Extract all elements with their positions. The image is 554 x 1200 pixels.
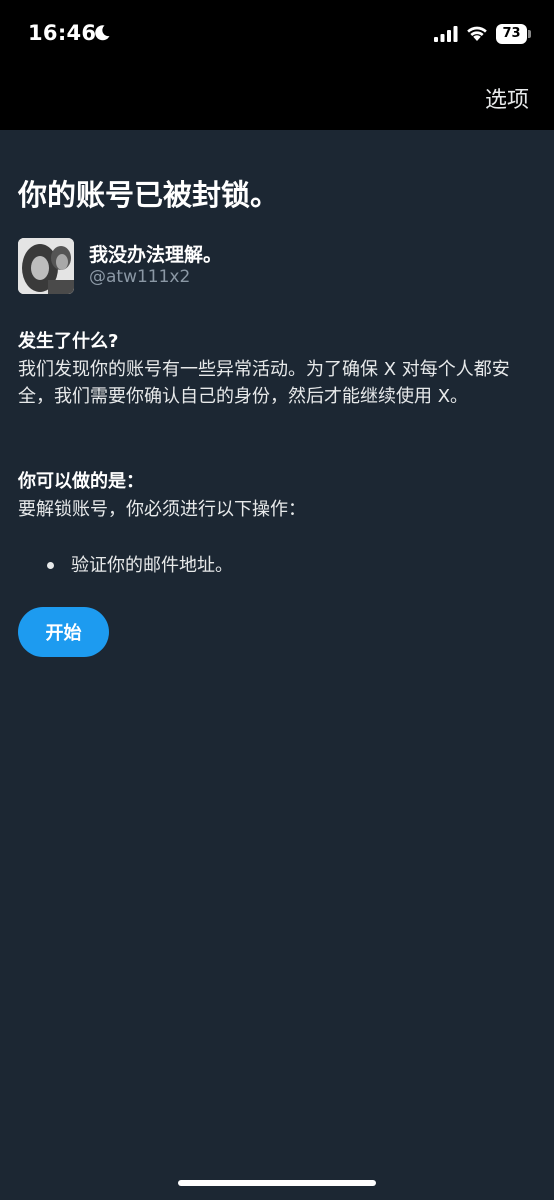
account-handle: @atw111x2 [89, 267, 191, 287]
signal-icon [434, 26, 458, 42]
wifi-icon [467, 26, 487, 41]
what-you-can-do-text: 要解锁账号，你必须进行以下操作： [18, 499, 306, 520]
battery-icon: 73 [496, 24, 532, 44]
main-content: 你的账号已被封锁。 我没办法理解。 @atw111x2 发生了什么? 我们发现你… [0, 130, 554, 1200]
bullet-dot-icon [47, 562, 54, 569]
steps-list: 验证你的邮件地址。 [0, 552, 233, 579]
status-bar: 16:46 73 [0, 0, 554, 64]
list-item: 验证你的邮件地址。 [0, 552, 233, 579]
page-title: 你的账号已被封锁。 [18, 178, 280, 212]
options-button[interactable]: 选项 [485, 82, 529, 114]
display-name: 我没办法理解。 [89, 244, 223, 266]
what-happened-heading: 发生了什么? [18, 331, 119, 352]
what-happened-text: 我们发现你的账号有一些异常活动。为了确保 X 对每个人都安全，我们需要你确认自己… [18, 359, 510, 407]
avatar [18, 238, 74, 294]
step-verify-email: 验证你的邮件地址。 [71, 555, 233, 576]
status-time: 16:46 [28, 21, 97, 45]
start-button[interactable]: 开始 [18, 607, 109, 657]
home-indicator [178, 1180, 376, 1186]
nav-bar: 选项 [0, 64, 554, 130]
what-you-can-do-heading: 你可以做的是： [18, 471, 144, 492]
moon-icon [95, 25, 110, 41]
battery-level: 73 [502, 26, 521, 41]
